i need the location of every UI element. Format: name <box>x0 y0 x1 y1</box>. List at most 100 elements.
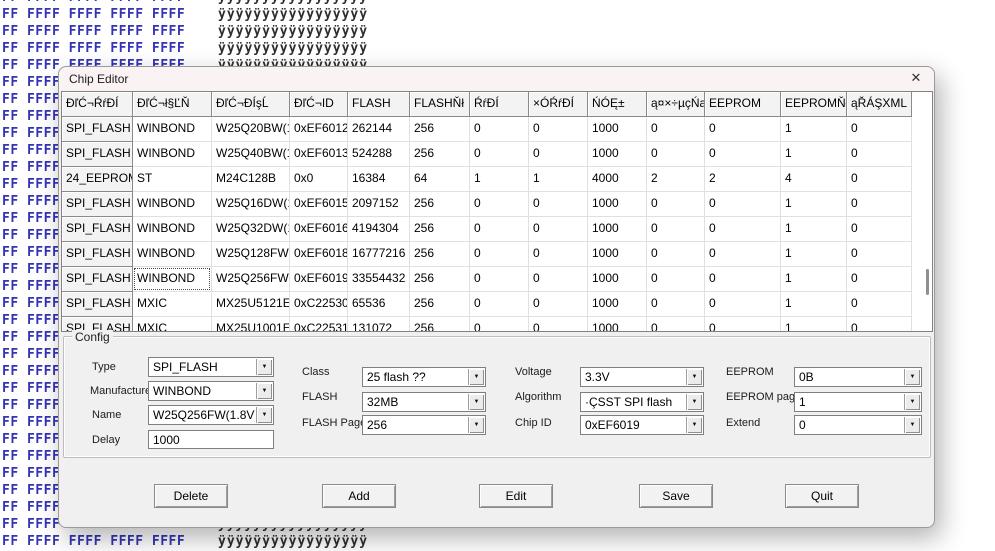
quit-button[interactable]: Quit <box>785 484 859 508</box>
chevron-down-icon[interactable]: ▼ <box>256 359 272 375</box>
name-dropdown[interactable]: W25Q256FW(1.8V) ▼ <box>148 405 274 425</box>
table-cell[interactable]: 0 <box>470 317 529 332</box>
row-type-cell[interactable]: SPI_FLASH <box>62 192 133 217</box>
table-cell[interactable]: M24C128B <box>212 167 290 192</box>
table-cell[interactable]: 0 <box>470 192 529 217</box>
table-cell[interactable]: 0 <box>529 217 588 242</box>
column-header[interactable]: ŔŕĐÍ <box>470 92 529 117</box>
column-header[interactable]: EEPROMŇł <box>781 92 847 117</box>
table-cell[interactable]: MX25U1001E(1 <box>212 317 290 332</box>
table-cell[interactable]: 0 <box>470 217 529 242</box>
table-cell[interactable]: 256 <box>410 217 470 242</box>
table-cell[interactable]: 0 <box>847 267 912 292</box>
column-header[interactable]: FLASHŇł <box>410 92 470 117</box>
delete-button[interactable]: Delete <box>154 484 228 508</box>
table-cell[interactable]: WINBOND <box>133 267 212 292</box>
table-cell[interactable]: 0xC22531 <box>290 317 348 332</box>
delay-input[interactable] <box>148 430 274 449</box>
table-cell[interactable]: 1 <box>781 142 847 167</box>
table-cell[interactable]: WINBOND <box>133 192 212 217</box>
table-cell[interactable]: 1 <box>781 317 847 332</box>
table-cell[interactable]: 256 <box>410 317 470 332</box>
table-cell[interactable]: W25Q16DW(1. <box>212 192 290 217</box>
table-cell[interactable]: W25Q40BW(1. <box>212 142 290 167</box>
table-cell[interactable]: 0xEF6012 <box>290 117 348 142</box>
table-cell[interactable]: 0 <box>470 117 529 142</box>
table-cell[interactable]: 64 <box>410 167 470 192</box>
column-header[interactable]: ąŘÁŞXML <box>847 92 912 117</box>
column-header[interactable]: ĐľĆ¬ĐÍşĹ <box>212 92 290 117</box>
table-cell[interactable]: 1000 <box>588 267 647 292</box>
chip-id-dropdown[interactable]: 0xEF6019 ▼ <box>580 415 704 435</box>
save-button[interactable]: Save <box>639 484 713 508</box>
extend-dropdown[interactable]: 0 ▼ <box>794 415 922 435</box>
table-cell[interactable]: 2 <box>705 167 781 192</box>
table-cell[interactable]: 0 <box>705 242 781 267</box>
table-cell[interactable]: WINBOND <box>133 217 212 242</box>
column-header[interactable]: EEPROM <box>705 92 781 117</box>
table-cell[interactable]: WINBOND <box>133 117 212 142</box>
table-cell[interactable]: 0 <box>647 317 705 332</box>
row-type-cell[interactable]: SPI_FLASH <box>62 142 133 167</box>
chevron-down-icon[interactable]: ▼ <box>904 417 920 433</box>
table-cell[interactable]: 0 <box>847 117 912 142</box>
table-cell[interactable]: 1000 <box>588 292 647 317</box>
table-cell[interactable]: 256 <box>410 242 470 267</box>
table-cell[interactable]: 16384 <box>348 167 410 192</box>
table-cell[interactable]: 0 <box>529 292 588 317</box>
row-type-cell[interactable]: 24_EEPROM <box>62 167 133 192</box>
table-cell[interactable]: MX25U5121E(1 <box>212 292 290 317</box>
table-cell[interactable]: 0 <box>705 267 781 292</box>
table-cell[interactable]: 0 <box>705 317 781 332</box>
column-header[interactable]: FLASH <box>348 92 410 117</box>
table-cell[interactable]: 0xEF6018 <box>290 242 348 267</box>
column-header[interactable]: ĐľĆ¬ID <box>290 92 348 117</box>
table-cell[interactable]: MXIC <box>133 317 212 332</box>
table-cell[interactable]: W25Q256FW(1 <box>212 267 290 292</box>
table-cell[interactable]: 1 <box>781 242 847 267</box>
flash-page-dropdown[interactable]: 256 ▼ <box>362 415 486 435</box>
table-cell[interactable]: 256 <box>410 267 470 292</box>
table-cell[interactable]: 33554432 <box>348 267 410 292</box>
chevron-down-icon[interactable]: ▼ <box>686 417 702 433</box>
table-cell[interactable]: 0 <box>847 292 912 317</box>
row-type-cell[interactable]: SPI_FLASH <box>62 217 133 242</box>
table-cell[interactable]: 0 <box>647 117 705 142</box>
table-cell[interactable]: 1000 <box>588 192 647 217</box>
table-cell[interactable]: 4194304 <box>348 217 410 242</box>
table-cell[interactable]: 0 <box>705 192 781 217</box>
table-cell[interactable]: 0xEF6016 <box>290 217 348 242</box>
class-dropdown[interactable]: 25 flash ?? ▼ <box>362 367 486 387</box>
table-cell[interactable]: W25Q20BW(1. <box>212 117 290 142</box>
table-cell[interactable]: 1000 <box>588 242 647 267</box>
chevron-down-icon[interactable]: ▼ <box>904 369 920 385</box>
table-cell[interactable]: WINBOND <box>133 142 212 167</box>
column-header[interactable]: ą¤×÷µçŃą <box>647 92 705 117</box>
table-cell[interactable]: 0 <box>847 317 912 332</box>
table-cell[interactable]: 0 <box>847 192 912 217</box>
flash-dropdown[interactable]: 32MB ▼ <box>362 392 486 412</box>
table-cell[interactable]: 0 <box>847 167 912 192</box>
table-cell[interactable]: 0x0 <box>290 167 348 192</box>
table-cell[interactable]: 1 <box>781 192 847 217</box>
close-icon[interactable]: ✕ <box>906 70 926 88</box>
table-cell[interactable]: 0 <box>529 242 588 267</box>
table-cell[interactable]: 0 <box>470 292 529 317</box>
table-cell[interactable]: 0 <box>470 142 529 167</box>
edit-button[interactable]: Edit <box>479 484 553 508</box>
table-cell[interactable]: MXIC <box>133 292 212 317</box>
table-cell[interactable]: 0 <box>847 242 912 267</box>
chevron-down-icon[interactable]: ▼ <box>468 417 484 433</box>
chevron-down-icon[interactable]: ▼ <box>468 394 484 410</box>
chevron-down-icon[interactable]: ▼ <box>904 394 920 410</box>
table-cell[interactable]: 256 <box>410 292 470 317</box>
algorithm-dropdown[interactable]: ·ÇSST SPI flash ▼ <box>580 392 704 412</box>
table-cell[interactable]: ST <box>133 167 212 192</box>
voltage-dropdown[interactable]: 3.3V ▼ <box>580 367 704 387</box>
table-cell[interactable]: 1 <box>781 292 847 317</box>
table-cell[interactable]: 65536 <box>348 292 410 317</box>
eeprom-page-dropdown[interactable]: 1 ▼ <box>794 392 922 412</box>
table-cell[interactable]: 524288 <box>348 142 410 167</box>
table-cell[interactable]: 0xEF6015 <box>290 192 348 217</box>
table-cell[interactable]: 1 <box>781 117 847 142</box>
